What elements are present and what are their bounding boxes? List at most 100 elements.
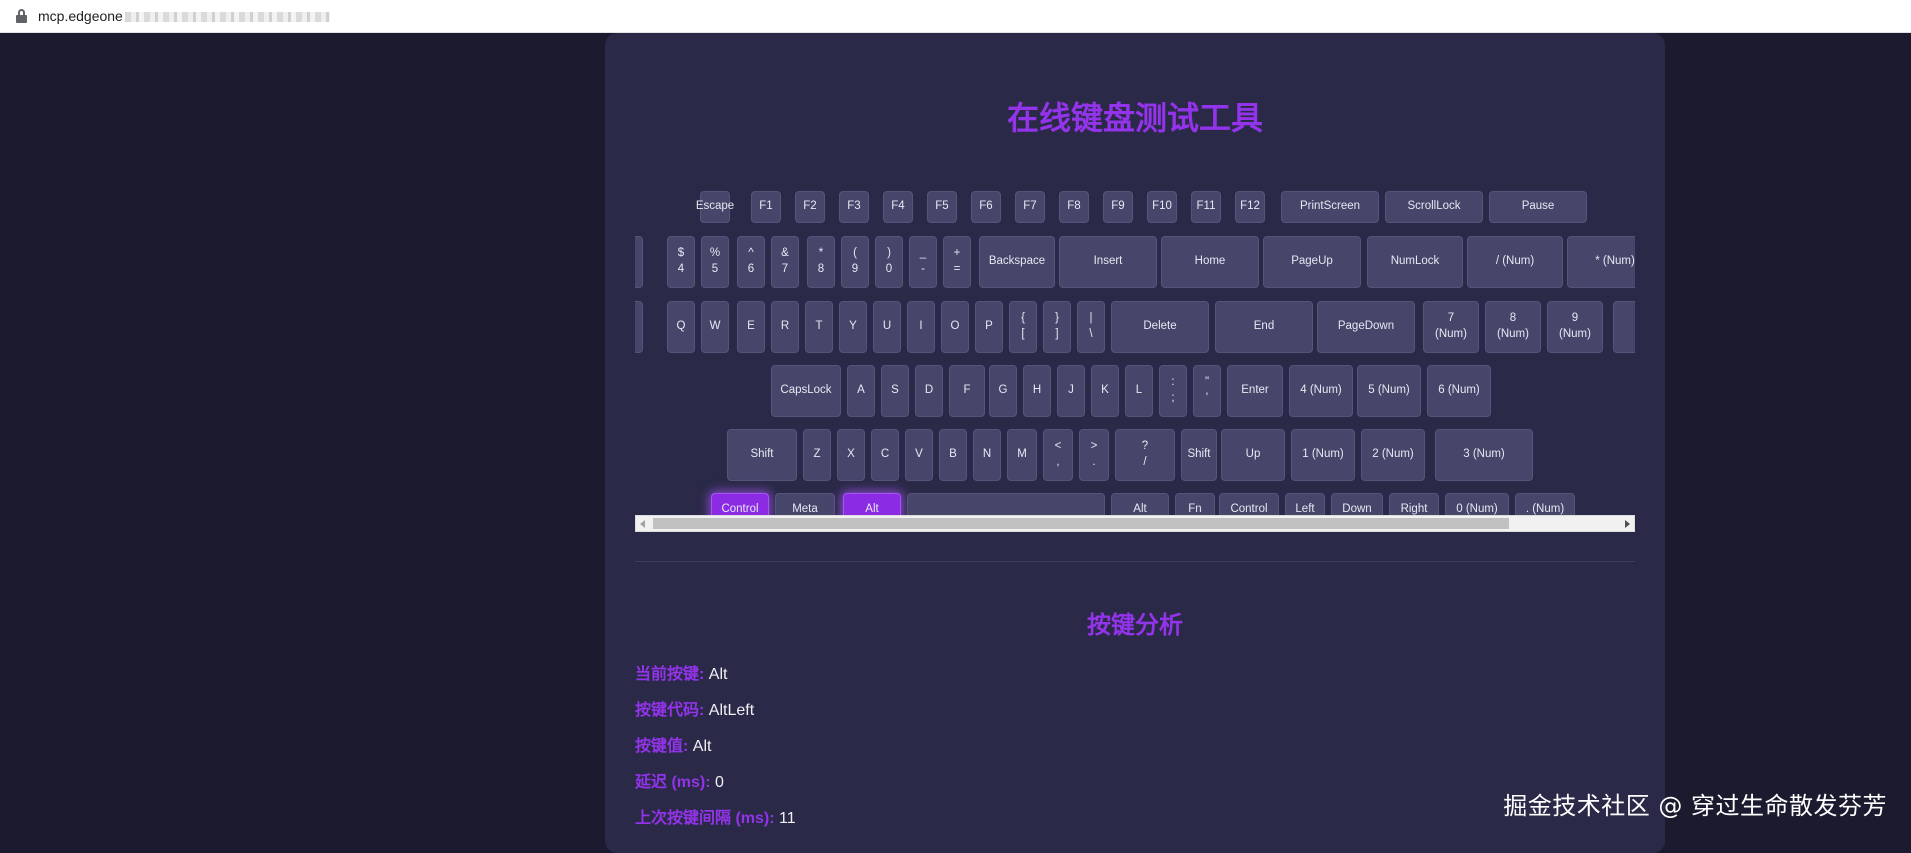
scroll-left-arrow-icon[interactable] [640, 520, 645, 528]
key-delete[interactable]: Delete [1111, 301, 1209, 353]
key-f[interactable]: F [949, 365, 985, 417]
key-num-add[interactable]: + (Num) [1613, 301, 1635, 353]
delay-value: 0 [715, 774, 724, 791]
key-3-num[interactable]: 3 (Num) [1435, 429, 1533, 481]
key-code-value: AltLeft [708, 702, 755, 719]
key-5-num[interactable]: 5 (Num) [1357, 365, 1421, 417]
key-v[interactable]: V [905, 429, 933, 481]
scrollbar-thumb[interactable] [653, 518, 1509, 529]
key-k[interactable]: K [1091, 365, 1119, 417]
browser-address-bar[interactable]: mcp.edgeone [0, 0, 1911, 33]
keyboard-row-2: $ 4% 5 ^ 6 & 7 * 8( 9) 0 _ - + = Backspace Inse… [635, 236, 1635, 296]
key-slash[interactable]: ? / [1115, 429, 1175, 481]
url-text[interactable]: mcp.edgeone [38, 8, 330, 24]
key-semicolon[interactable]: : ; [1159, 365, 1187, 417]
key-escape[interactable]: Escape [696, 191, 734, 223]
key-6[interactable]: ^ 6 [737, 236, 765, 288]
key-f10[interactable]: F10 [1147, 191, 1177, 223]
keyboard-row-3: Q W E R T Y U I O P{ [} ] | \ Delete End PageDown 7 (N… [635, 301, 1635, 361]
key-scrolllock[interactable]: ScrollLock [1385, 191, 1483, 223]
key-f2[interactable]: F2 [795, 191, 825, 223]
key-f7[interactable]: F7 [1015, 191, 1045, 223]
key-blank[interactable] [635, 301, 643, 353]
key-r[interactable]: R [771, 301, 799, 353]
key-f12[interactable]: F12 [1235, 191, 1265, 223]
key-d[interactable]: D [915, 365, 943, 417]
key-shift[interactable]: Shift [1181, 429, 1217, 481]
key-s[interactable]: S [881, 365, 909, 417]
key-2-num[interactable]: 2 (Num) [1361, 429, 1425, 481]
key-p[interactable]: P [975, 301, 1003, 353]
key-z[interactable]: Z [803, 429, 831, 481]
key-g[interactable]: G [989, 365, 1017, 417]
key-7[interactable]: & 7 [771, 236, 799, 288]
key-quote[interactable]: " ' [1193, 365, 1221, 417]
key-q[interactable]: Q [667, 301, 695, 353]
key-w[interactable]: W [701, 301, 729, 353]
key-capslock[interactable]: CapsLock [771, 365, 841, 417]
key-shift[interactable]: Shift [727, 429, 797, 481]
key-b[interactable]: B [939, 429, 967, 481]
key-f1[interactable]: F1 [751, 191, 781, 223]
key-num-divide[interactable]: / (Num) [1467, 236, 1563, 288]
key-enter[interactable]: Enter [1227, 365, 1283, 417]
key-x[interactable]: X [837, 429, 865, 481]
keyboard-horizontal-scrollbar[interactable] [635, 515, 1635, 532]
key-home[interactable]: Home [1161, 236, 1259, 288]
key-backslash[interactable]: | \ [1077, 301, 1105, 353]
key-comma[interactable]: < , [1043, 429, 1073, 481]
key-8[interactable]: * 8 [807, 236, 835, 288]
current-key-label: 当前按键: [635, 666, 705, 683]
key-pagedown[interactable]: PageDown [1317, 301, 1415, 353]
key-backspace[interactable]: Backspace [979, 236, 1055, 288]
key-pause[interactable]: Pause [1489, 191, 1587, 223]
key-h[interactable]: H [1023, 365, 1051, 417]
key-insert[interactable]: Insert [1059, 236, 1157, 288]
key-f8[interactable]: F8 [1059, 191, 1089, 223]
key-f4[interactable]: F4 [883, 191, 913, 223]
key-y[interactable]: Y [839, 301, 867, 353]
key-a[interactable]: A [847, 365, 875, 417]
current-key-value: Alt [708, 666, 728, 683]
key-left-bracket[interactable]: { [ [1009, 301, 1037, 353]
key-f3[interactable]: F3 [839, 191, 869, 223]
key-up[interactable]: Up [1221, 429, 1285, 481]
key-t[interactable]: T [805, 301, 833, 353]
key-blank[interactable] [635, 236, 643, 288]
key-e[interactable]: E [737, 301, 765, 353]
key-m[interactable]: M [1007, 429, 1037, 481]
main-panel: 在线键盘测试工具 Escape F1 F2 F3 F4 F5 F6 F7 F8 F9 F10 F11 F… [605, 33, 1665, 853]
key-0[interactable]: ) 0 [875, 236, 903, 288]
key-8-num[interactable]: 8 (Num) [1485, 301, 1541, 353]
key-c[interactable]: C [871, 429, 899, 481]
key-6-num[interactable]: 6 (Num) [1427, 365, 1491, 417]
key-9-num[interactable]: 9 (Num) [1547, 301, 1603, 353]
key-u[interactable]: U [873, 301, 901, 353]
interval-value: 11 [779, 810, 796, 827]
key-9[interactable]: ( 9 [841, 236, 869, 288]
key-7-num[interactable]: 7 (Num) [1423, 301, 1479, 353]
key-pageup[interactable]: PageUp [1263, 236, 1361, 288]
key-f9[interactable]: F9 [1103, 191, 1133, 223]
key-l[interactable]: L [1125, 365, 1153, 417]
key-j[interactable]: J [1057, 365, 1085, 417]
key-f11[interactable]: F11 [1191, 191, 1221, 223]
key-o[interactable]: O [941, 301, 969, 353]
key-5[interactable]: % 5 [701, 236, 729, 288]
key-minus[interactable]: _ - [909, 236, 937, 288]
key-equals[interactable]: + = [943, 236, 971, 288]
key-f5[interactable]: F5 [927, 191, 957, 223]
key-n[interactable]: N [973, 429, 1001, 481]
key-period[interactable]: > . [1079, 429, 1109, 481]
key-right-bracket[interactable]: } ] [1043, 301, 1071, 353]
key-end[interactable]: End [1215, 301, 1313, 353]
key-numlock[interactable]: NumLock [1367, 236, 1463, 288]
key-num-multiply[interactable]: * (Num) [1567, 236, 1635, 288]
key-4[interactable]: $ 4 [667, 236, 695, 288]
key-f6[interactable]: F6 [971, 191, 1001, 223]
key-1-num[interactable]: 1 (Num) [1291, 429, 1355, 481]
scroll-right-arrow-icon[interactable] [1625, 520, 1630, 528]
key-i[interactable]: I [907, 301, 935, 353]
key-printscreen[interactable]: PrintScreen [1281, 191, 1379, 223]
key-4-num[interactable]: 4 (Num) [1289, 365, 1353, 417]
